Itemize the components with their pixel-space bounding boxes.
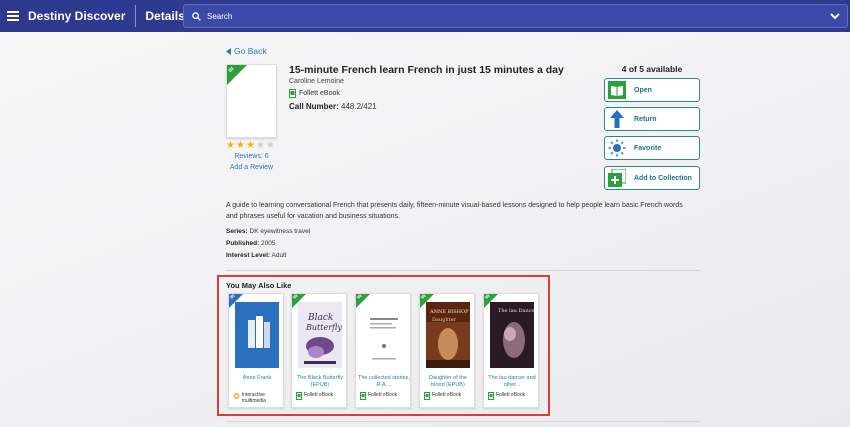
star-icon: ★ xyxy=(235,140,245,151)
series-value: DK eyewitness travel xyxy=(249,228,311,235)
recommendation-format-label: Follett eBook xyxy=(432,392,462,398)
recommendation-format-label: Follett eBook xyxy=(496,392,526,398)
book-thumbnail[interactable] xyxy=(235,302,279,368)
recommendation-card[interactable]: The lau Dancer IN The lau dancer and oth… xyxy=(483,293,539,408)
svg-text:Butterfly: Butterfly xyxy=(305,323,342,332)
recommendation-title[interactable]: The collected stories, R.A.... xyxy=(358,375,410,389)
recommendation-format-label: Follett eBook xyxy=(304,392,334,398)
book-thumbnail[interactable]: ANNE BISHOP Daughter xyxy=(426,302,470,368)
search-icon xyxy=(192,11,201,21)
favorite-button[interactable]: Favorite xyxy=(604,136,700,160)
recommendation-card[interactable]: ANNE BISHOP Daughter IN Daughter of the … xyxy=(419,293,475,408)
book-author: Caroline Lemoine xyxy=(289,78,344,85)
interest-level-value: Adult xyxy=(271,252,287,259)
recommendation-format: Interactive multimedia xyxy=(233,392,283,404)
ebook-icon xyxy=(289,89,296,98)
open-book-icon xyxy=(608,81,626,99)
sun-icon xyxy=(608,139,626,157)
svg-text:Black: Black xyxy=(307,313,333,323)
multimedia-icon xyxy=(233,393,240,399)
add-collection-icon xyxy=(608,169,626,187)
recommendation-title[interactable]: The Black Butterfly (EPUB) xyxy=(294,375,346,389)
star-icon: ★ xyxy=(245,140,255,151)
reviews-link[interactable]: Reviews: 6 xyxy=(226,153,277,160)
add-to-collection-label: Add to Collection xyxy=(634,174,692,182)
recommendation-title[interactable]: Daughter of the blood (EPUB) xyxy=(422,375,474,389)
call-number: Call Number: 448.2/421 xyxy=(289,102,377,111)
arrow-up-icon xyxy=(608,110,626,128)
series-label: Series: xyxy=(226,228,248,235)
chevron-down-icon[interactable] xyxy=(829,9,841,23)
add-review-link[interactable]: Add a Review xyxy=(226,164,277,171)
series-row: Series: DK eyewitness travel xyxy=(226,228,310,235)
search-input[interactable] xyxy=(201,11,801,21)
book-thumbnail[interactable]: Black Butterfly xyxy=(298,302,342,368)
open-label: Open xyxy=(634,86,652,94)
return-button[interactable]: Return xyxy=(604,107,700,131)
recommendation-format-label: Interactive multimedia xyxy=(241,392,266,404)
add-to-collection-button[interactable]: Add to Collection xyxy=(604,166,700,190)
published-row: Published: 2005 xyxy=(226,240,276,247)
interest-level-label: Interest Level: xyxy=(226,252,271,259)
page-title: Details xyxy=(145,9,185,23)
published-label: Published: xyxy=(226,240,260,247)
menu-icon[interactable] xyxy=(0,0,26,32)
ebook-icon xyxy=(424,392,430,400)
book-thumbnail[interactable] xyxy=(362,302,406,368)
star-rating[interactable]: ★ ★ ★ ★ ★ xyxy=(226,141,275,151)
app-title[interactable]: Destiny Discover xyxy=(26,9,135,23)
book-cover[interactable]: IN xyxy=(226,64,277,138)
ebook-icon xyxy=(296,392,302,400)
recommendation-format: Follett eBook xyxy=(424,392,474,400)
recommendation-card[interactable]: IN The collected stories, R.A.... Follet… xyxy=(355,293,411,408)
book-title: 15-minute French learn French in just 15… xyxy=(289,64,564,76)
star-icon: ★ xyxy=(226,140,235,151)
recommendation-card[interactable]: IN Anne Frank Interactive multimedia xyxy=(228,293,284,408)
favorite-label: Favorite xyxy=(634,144,662,152)
recommendation-format: Follett eBook xyxy=(360,392,410,400)
return-label: Return xyxy=(634,115,657,123)
recommendation-card[interactable]: Black Butterfly IN The Black Butterfly (… xyxy=(291,293,347,408)
recommendation-format: Follett eBook xyxy=(488,392,538,400)
recommendation-title[interactable]: The lau dancer and other... xyxy=(486,375,538,389)
ebook-icon xyxy=(360,392,366,400)
availability-count: 4 of 5 available xyxy=(621,64,683,74)
top-bar: Destiny Discover Details xyxy=(0,0,850,32)
star-icon: ★ xyxy=(265,140,275,151)
open-button[interactable]: Open xyxy=(604,78,700,102)
you-may-also-like-heading: You May Also Like xyxy=(226,281,292,290)
section-divider xyxy=(226,421,700,422)
star-icon: ★ xyxy=(255,140,265,151)
book-format: Follett eBook xyxy=(289,89,340,98)
interest-level-row: Interest Level: Adult xyxy=(226,252,286,259)
go-back-label: Go Back xyxy=(234,46,267,56)
go-back-link[interactable]: Go Back xyxy=(226,46,267,56)
book-description: A guide to learning conversational Frenc… xyxy=(226,202,683,220)
book-thumbnail[interactable]: The lau Dancer xyxy=(490,302,534,368)
svg-text:The lau Dancer: The lau Dancer xyxy=(498,308,534,314)
recommendation-format: Follett eBook xyxy=(296,392,346,400)
svg-text:Daughter: Daughter xyxy=(432,317,457,323)
ebook-icon xyxy=(488,392,494,400)
chevron-left-icon xyxy=(226,47,231,55)
section-divider xyxy=(226,270,700,271)
recommendation-format-label: Follett eBook xyxy=(368,392,398,398)
svg-text:ANNE BISHOP: ANNE BISHOP xyxy=(429,309,469,315)
search-bar[interactable] xyxy=(183,4,848,28)
book-format-label: Follett eBook xyxy=(299,90,340,97)
recommendation-title[interactable]: Anne Frank xyxy=(231,375,283,382)
published-value: 2005 xyxy=(261,240,276,247)
call-number-value: 448.2/421 xyxy=(341,102,377,111)
call-number-label: Call Number: xyxy=(289,102,339,111)
